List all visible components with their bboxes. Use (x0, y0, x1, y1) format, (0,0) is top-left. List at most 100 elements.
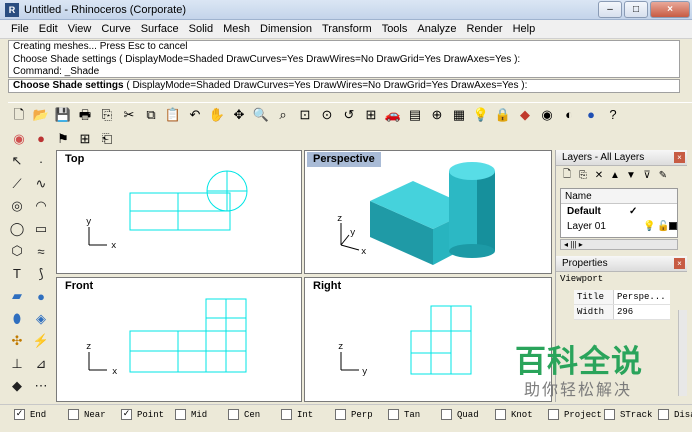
color-wheel-icon[interactable]: ◉ (536, 104, 558, 126)
osnap-checkbox[interactable] (548, 409, 559, 420)
circle-icon[interactable]: ◎ (7, 196, 27, 216)
menu-surface[interactable]: Surface (136, 23, 184, 35)
layer-color-swatch[interactable] (669, 222, 677, 230)
zoom-extents-icon[interactable]: ⊡ (294, 104, 316, 126)
menu-analyze[interactable]: Analyze (412, 23, 461, 35)
osnap-cen[interactable]: Cen (228, 409, 260, 420)
close-icon[interactable]: × (674, 152, 685, 163)
filter-icon[interactable]: ⊽ (640, 170, 654, 181)
color-wheel-icon[interactable]: ◉ (8, 127, 30, 149)
minimize-button[interactable]: – (598, 1, 622, 18)
arc-icon[interactable]: ◠ (31, 196, 51, 216)
maximize-button[interactable]: □ (624, 1, 648, 18)
current-layer-check-icon[interactable]: ✓ (629, 204, 637, 219)
menu-transform[interactable]: Transform (317, 23, 377, 35)
pan-hand-icon[interactable]: ✋ (206, 104, 228, 126)
osnap-checkbox[interactable] (68, 409, 79, 420)
osnap-checkbox[interactable] (175, 409, 186, 420)
rectangle-icon[interactable]: ▭ (31, 219, 51, 239)
new-sublayer-icon[interactable]: ⎘ (576, 170, 590, 181)
save-icon[interactable]: 💾 (52, 104, 74, 126)
osnap-checkbox[interactable] (441, 409, 452, 420)
tools-icon[interactable]: ✎ (656, 170, 670, 181)
property-value[interactable]: Perspe... (614, 290, 666, 304)
curve-icon[interactable]: ∿ (31, 174, 51, 194)
properties-icon[interactable]: ▦ (448, 104, 470, 126)
flag-icon[interactable]: ⚑ (52, 127, 74, 149)
osnap-perp[interactable]: Perp (335, 409, 373, 420)
sphere-icon[interactable]: ◐ (558, 104, 580, 126)
osnap-checkbox[interactable] (658, 409, 669, 420)
osnap-end[interactable]: ✓ End (14, 409, 46, 420)
lock-icon[interactable]: 🔓 (657, 219, 669, 234)
help-icon[interactable]: ? (602, 104, 624, 126)
osnap-disable[interactable]: Disable (658, 409, 692, 420)
undo-icon[interactable]: ↶ (184, 104, 206, 126)
four-viewports-icon[interactable]: ⊞ (360, 104, 382, 126)
zoom-selected-icon[interactable]: ⊙ (316, 104, 338, 126)
osnap-project[interactable]: Project (548, 409, 602, 420)
viewport-title-perspective[interactable]: Perspective (307, 152, 381, 167)
cylinder-icon[interactable]: ⬮ (7, 309, 27, 329)
text-icon[interactable]: T (7, 264, 27, 284)
cut-icon[interactable]: ✂ (118, 104, 140, 126)
delete-layer-icon[interactable]: ✕ (592, 170, 606, 181)
transform-icon[interactable]: ✣ (7, 331, 27, 351)
osnap-checkbox[interactable] (281, 409, 292, 420)
sphere-tool-icon[interactable]: ● (31, 286, 51, 306)
point-icon[interactable]: ⊕ (426, 104, 448, 126)
close-button[interactable]: × (650, 1, 690, 18)
osnap-knot[interactable]: Knot (495, 409, 533, 420)
menu-solid[interactable]: Solid (184, 23, 218, 35)
menu-tools[interactable]: Tools (377, 23, 413, 35)
move-down-icon[interactable]: ▼ (624, 170, 638, 181)
osnap-checkbox[interactable] (604, 409, 615, 420)
bulb-icon[interactable]: 💡 (643, 219, 655, 234)
osnap-checkbox[interactable]: ✓ (121, 409, 132, 420)
viewport-perspective[interactable]: x y z Perspective (304, 150, 552, 274)
osnap-strack[interactable]: STrack (604, 409, 652, 420)
material-icon[interactable]: ● (30, 127, 52, 149)
properties-vertical-scrollbar[interactable] (678, 310, 687, 396)
osnap-checkbox[interactable] (228, 409, 239, 420)
osnap-checkbox[interactable] (388, 409, 399, 420)
import-icon[interactable]: ⎘ (96, 104, 118, 126)
more-tools-icon[interactable]: ⋯ (31, 376, 51, 396)
osnap-int[interactable]: Int (281, 409, 313, 420)
lock-icon[interactable]: 🔒 (492, 104, 514, 126)
new-layer-icon[interactable]: 🗋 (560, 167, 574, 184)
zoom-window-icon[interactable]: ⌕ (272, 104, 294, 126)
zoom-icon[interactable]: 🔍 (250, 104, 272, 126)
grid-icon[interactable]: ⊞ (74, 127, 96, 149)
freeform-icon[interactable]: ≈ (31, 241, 51, 261)
command-prompt-options[interactable]: ( DisplayMode=Shaded DrawCurves=Yes Draw… (124, 80, 527, 91)
print-icon[interactable]: 🖶 (74, 104, 96, 126)
trim-icon[interactable]: ⚡ (31, 331, 51, 351)
viewport-front[interactable]: Front x z (56, 277, 302, 402)
surface-icon[interactable]: ▰ (7, 286, 27, 306)
menu-curve[interactable]: Curve (96, 23, 135, 35)
layer-icon[interactable]: ▤ (404, 104, 426, 126)
osnap-checkbox[interactable] (335, 409, 346, 420)
bulb-icon[interactable]: 💡 (470, 104, 492, 126)
osnap-mid[interactable]: Mid (175, 409, 207, 420)
render-tool-icon[interactable]: ◆ (7, 376, 27, 396)
sphere-shaded-icon[interactable]: ● (580, 104, 602, 126)
osnap-point[interactable]: ✓ Point (121, 409, 164, 420)
osnap-near[interactable]: Near (68, 409, 106, 420)
new-file-icon[interactable]: 🗋 (8, 104, 30, 126)
command-prompt[interactable]: Choose Shade settings ( DisplayMode=Shad… (8, 79, 680, 93)
paste-icon[interactable]: 📋 (162, 104, 184, 126)
menu-mesh[interactable]: Mesh (218, 23, 255, 35)
mesh-icon[interactable]: ◈ (31, 309, 51, 329)
layer-row-layer01[interactable]: Layer 01 💡 🔓 (561, 219, 677, 234)
polyline-icon[interactable]: ⟋ (7, 174, 27, 194)
open-icon[interactable]: 📂 (30, 104, 52, 126)
point-tool-icon[interactable]: · (31, 151, 51, 171)
osnap-checkbox[interactable] (495, 409, 506, 420)
menu-file[interactable]: File (6, 23, 34, 35)
osnap-tan[interactable]: Tan (388, 409, 420, 420)
menu-view[interactable]: View (63, 23, 97, 35)
layer-row-default[interactable]: Default ✓ (561, 204, 677, 219)
viewport-top[interactable]: Top x y (56, 150, 302, 274)
